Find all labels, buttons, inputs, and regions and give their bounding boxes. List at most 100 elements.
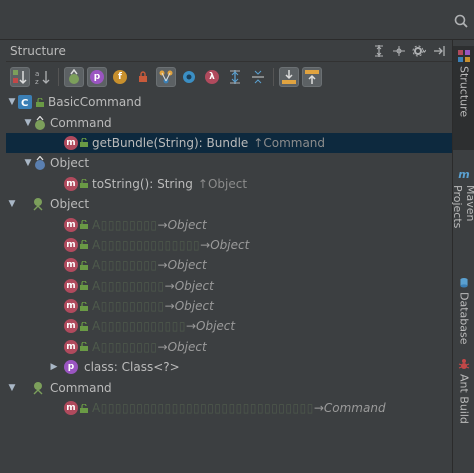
tree-node-getbundle[interactable]: m getBundle(String): Bundle ↑Command: [6, 132, 452, 154]
expand-all-icon[interactable]: [372, 44, 386, 58]
tree-node-constructor[interactable]: m A▯▯▯▯▯▯▯▯▯▯▯▯▯▯▯▯▯▯▯▯▯▯▯▯▯▯▯▯▯▯ →Comma…: [6, 398, 452, 418]
tree-node-method[interactable]: m A▯▯▯▯▯▯▯▯ →Object: [6, 337, 452, 357]
unlock-icon: [80, 301, 88, 311]
method-icon: m: [64, 237, 78, 252]
side-tab-structure[interactable]: Structure: [453, 46, 474, 150]
obfuscated-name: A▯▯▯▯▯▯▯▯▯▯▯▯▯▯▯▯▯▯▯▯▯▯▯▯▯▯▯▯▯▯: [92, 401, 314, 416]
return-type: →Command: [313, 401, 386, 416]
collapsed-arrow-icon[interactable]: ▶: [48, 362, 60, 372]
return-type: →Object: [185, 319, 236, 334]
lock-icon: [139, 71, 147, 82]
sort-by-visibility-button[interactable]: [10, 67, 30, 87]
side-tab-label: Structure: [457, 66, 471, 118]
expand-arrow-icon[interactable]: ▼: [22, 158, 34, 168]
side-tab-label: Database: [457, 291, 471, 345]
sort-alpha-icon: az: [35, 70, 50, 85]
show-lambdas-button[interactable]: [179, 67, 199, 87]
autoscroll-to-source-button[interactable]: [279, 67, 299, 87]
inherited-icon: [69, 69, 79, 84]
collapse-button[interactable]: [248, 67, 268, 87]
show-lambda-button[interactable]: λ: [202, 67, 222, 87]
node-label: Object: [50, 156, 90, 171]
show-properties-button[interactable]: p: [87, 67, 107, 87]
show-anonymous-button[interactable]: [156, 67, 176, 87]
node-label: getBundle(String): Bundle: [92, 135, 249, 150]
side-tab-ant[interactable]: Ant Build: [453, 354, 474, 424]
toolbar-separator: [273, 68, 274, 86]
unlock-icon: [80, 281, 88, 291]
show-non-public-button[interactable]: [133, 67, 153, 87]
return-type: →Object: [164, 278, 214, 293]
unlock-icon: [80, 138, 88, 148]
return-type: →Object: [200, 237, 250, 252]
tree-node-method[interactable]: m A▯▯▯▯▯▯▯▯ →Object: [6, 214, 452, 234]
unlock-icon: [80, 240, 88, 250]
unlock-icon: [80, 403, 88, 413]
right-tool-strip: Structure m Maven Projects Database Ant …: [451, 40, 474, 473]
tree-node-method[interactable]: m A▯▯▯▯▯▯▯▯▯ →Object: [6, 296, 452, 316]
tree-node-class-property[interactable]: ▶ p class: Class<?>: [6, 357, 452, 377]
expand-arrow-icon[interactable]: ▼: [6, 383, 18, 393]
side-tab-label: Maven Projects: [451, 185, 474, 229]
sort-alphabetically-button[interactable]: az: [33, 67, 53, 87]
side-tab-database[interactable]: Database: [453, 274, 474, 344]
expand-icon: [230, 70, 240, 84]
tree-node-object[interactable]: ▼ Object: [6, 194, 452, 214]
obfuscated-name: A▯▯▯▯▯▯▯▯▯▯▯▯: [92, 319, 186, 334]
expand-arrow-icon[interactable]: ▼: [6, 97, 18, 107]
show-inherited-button[interactable]: [64, 67, 84, 87]
scroll-from-source-icon: [305, 70, 319, 84]
unlock-icon: [80, 321, 88, 331]
svg-text:a: a: [35, 70, 39, 78]
obfuscated-name: A▯▯▯▯▯▯▯▯▯▯▯▯▯▯: [92, 237, 201, 252]
unlock-icon: [80, 179, 88, 189]
structure-panel: Structure az p f λ ▼ C BasicCommand ▼ Co…: [0, 40, 452, 473]
tree-node-tostring[interactable]: m toString(): String ↑Object: [6, 174, 452, 194]
node-label: class: Class<?>: [84, 360, 180, 375]
node-label: toString(): String: [92, 176, 193, 191]
method-icon: m: [64, 217, 78, 232]
obfuscated-name: A▯▯▯▯▯▯▯▯▯: [92, 299, 165, 314]
tree-node-method[interactable]: m A▯▯▯▯▯▯▯▯▯▯▯▯▯▯ →Object: [6, 235, 452, 255]
method-icon: m: [64, 319, 78, 334]
method-icon: m: [64, 339, 78, 354]
field-icon: f: [113, 70, 127, 84]
autoscroll-from-source-button[interactable]: [302, 67, 322, 87]
tree-node-method[interactable]: m A▯▯▯▯▯▯▯▯▯▯▯▯ →Object: [6, 316, 452, 336]
side-tab-maven[interactable]: m Maven Projects: [451, 164, 474, 264]
structure-tree: ▼ C BasicCommand ▼ Command m getBundle(S…: [6, 92, 452, 418]
obfuscated-name: A▯▯▯▯▯▯▯▯: [92, 217, 158, 232]
hide-panel-icon[interactable]: [432, 44, 446, 58]
unlock-icon: [80, 342, 88, 352]
search-icon[interactable]: [454, 14, 468, 28]
anonymous-class-icon: [159, 70, 173, 84]
expand-button[interactable]: [225, 67, 245, 87]
gear-icon[interactable]: [412, 44, 426, 58]
tree-node-command[interactable]: ▼ Command: [6, 377, 452, 397]
tree-node-inherited-command[interactable]: ▼ Command: [6, 112, 452, 132]
expand-arrow-icon[interactable]: ▼: [6, 199, 18, 209]
toolbar-separator: [58, 68, 59, 86]
method-icon: m: [64, 176, 78, 191]
tree-node-method[interactable]: m A▯▯▯▯▯▯▯▯▯ →Object: [6, 276, 452, 296]
node-origin: ↑Object: [197, 176, 248, 191]
autoscroll-icon[interactable]: [392, 44, 406, 58]
method-icon: m: [64, 258, 78, 273]
structure-toolbar: az p f λ: [6, 64, 452, 90]
implemented-icon: [33, 198, 43, 211]
panel-title: Structure: [10, 43, 66, 58]
return-type: →Object: [157, 339, 207, 354]
class-icon: C: [18, 95, 32, 110]
lambda-icon: λ: [205, 70, 219, 84]
collapse-icon: [252, 70, 264, 84]
panel-header: Structure: [6, 40, 452, 62]
circle-icon: [183, 71, 195, 83]
show-fields-button[interactable]: f: [110, 67, 130, 87]
side-tab-label: Ant Build: [457, 374, 471, 424]
tree-node-method[interactable]: m A▯▯▯▯▯▯▯▯ →Object: [6, 255, 452, 275]
ant-icon: [458, 359, 470, 369]
unlock-icon: [36, 97, 44, 107]
tree-node-inherited-object[interactable]: ▼ Object: [6, 153, 452, 173]
tree-node-basiccommand[interactable]: ▼ C BasicCommand: [6, 92, 452, 112]
expand-arrow-icon[interactable]: ▼: [22, 118, 34, 128]
